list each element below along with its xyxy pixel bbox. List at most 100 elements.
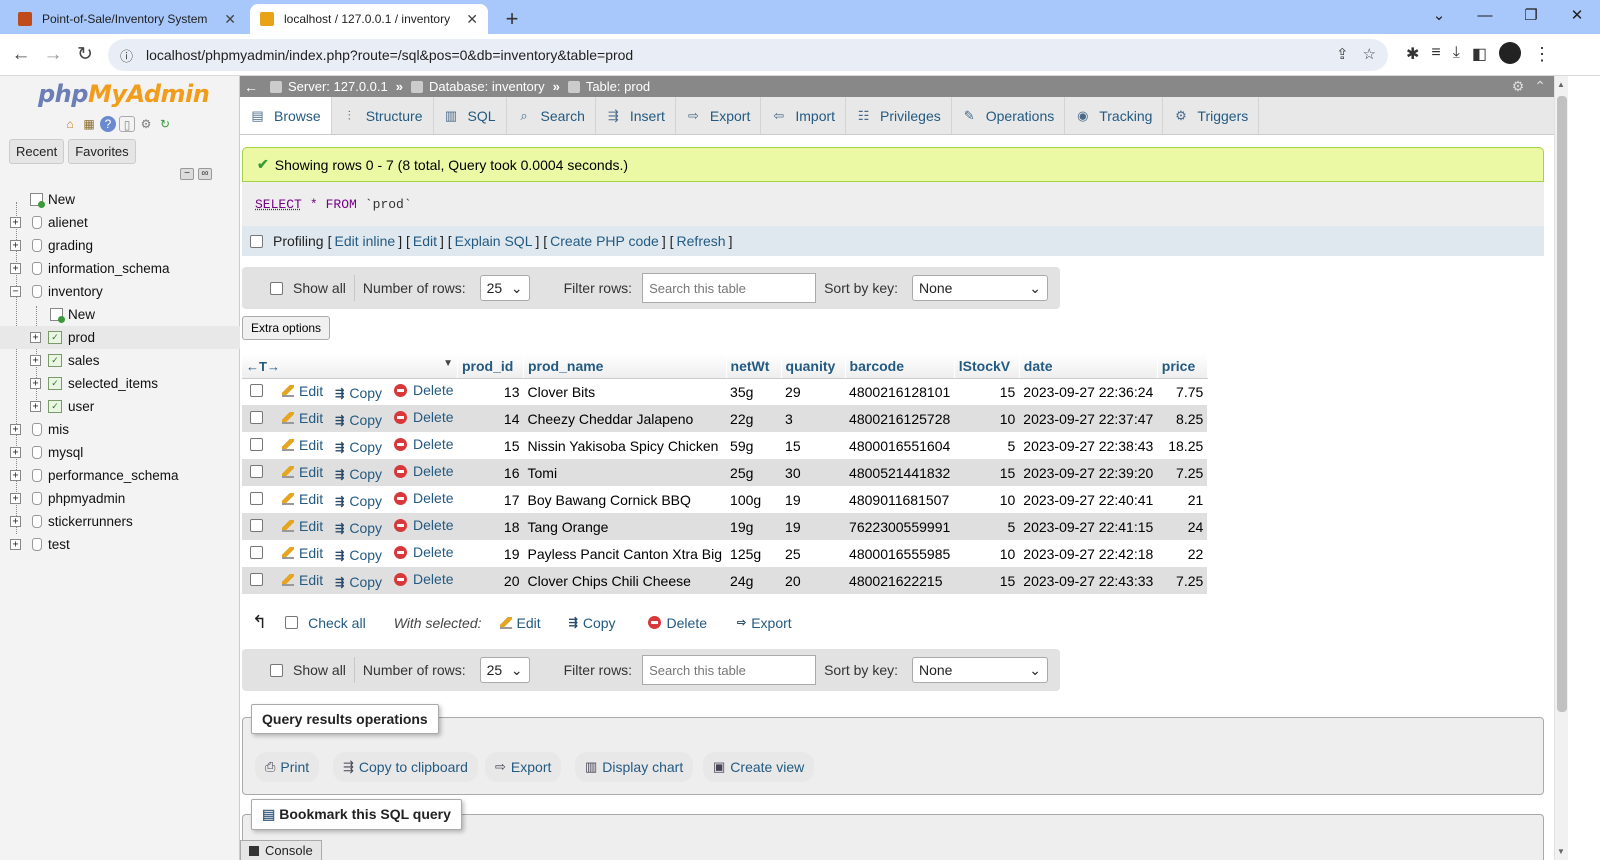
cell-prod-id[interactable]: 18: [457, 513, 524, 540]
close-icon[interactable]: ✕: [224, 11, 236, 28]
row-delete-link[interactable]: Delete: [394, 463, 454, 479]
expand-plus-icon[interactable]: +: [10, 493, 21, 504]
column-arrows-icon[interactable]: ←T→: [246, 359, 280, 374]
profiling-checkbox[interactable]: [250, 234, 263, 248]
cell-prod-name[interactable]: Clover Chips Chili Cheese: [523, 567, 727, 594]
tab-search[interactable]: ⌕ Search: [507, 97, 596, 134]
with-selected-delete[interactable]: Delete: [647, 615, 707, 631]
cell-date[interactable]: 2023-09-27 22:41:15: [1019, 513, 1158, 540]
cell-barcode[interactable]: 4809011681507: [845, 486, 955, 513]
cell-price[interactable]: 24: [1157, 513, 1208, 540]
column-header-netwt[interactable]: netWt: [726, 354, 782, 379]
cell-lstockv[interactable]: 5: [954, 513, 1020, 540]
row-checkbox[interactable]: [250, 383, 263, 397]
extensions-puzzle-icon[interactable]: ✱: [1406, 44, 1419, 65]
expand-plus-icon[interactable]: +: [10, 424, 21, 435]
row-checkbox[interactable]: [250, 410, 263, 424]
tree-item-test[interactable]: + test: [0, 533, 240, 556]
row-delete-link[interactable]: Delete: [394, 544, 454, 560]
cell-barcode[interactable]: 480021622215: [845, 567, 955, 594]
row-copy-link[interactable]: ⇶ Copy: [335, 385, 382, 401]
check-all-checkbox[interactable]: [285, 616, 299, 629]
help-icon[interactable]: ?: [100, 116, 116, 132]
row-copy-link[interactable]: ⇶ Copy: [335, 520, 382, 536]
row-edit-link[interactable]: Edit: [282, 437, 323, 453]
row-edit-link[interactable]: Edit: [282, 491, 323, 507]
tree-item-stickerrunners[interactable]: + stickerrunners: [0, 510, 240, 533]
column-header-lstockv[interactable]: lStockV: [954, 354, 1020, 379]
row-edit-link[interactable]: Edit: [282, 518, 323, 534]
tree-item-information-schema[interactable]: + information_schema: [0, 257, 240, 280]
docs-icon[interactable]: ▯: [119, 116, 135, 132]
cell-date[interactable]: 2023-09-27 22:37:47: [1019, 405, 1158, 432]
favorites-tab[interactable]: Favorites: [68, 139, 136, 164]
cell-netwt[interactable]: 100g: [726, 486, 782, 513]
tree-item-user[interactable]: + ✓ user: [0, 395, 240, 418]
tab-structure[interactable]: ⫶ Structure: [332, 97, 434, 134]
copy-to-clipboard-button[interactable]: ⇶ Copy to clipboard: [333, 752, 478, 782]
cell-date[interactable]: 2023-09-27 22:42:18: [1019, 540, 1158, 567]
number-of-rows-select[interactable]: 25 ⌄: [479, 275, 530, 301]
cell-quanity[interactable]: 29: [781, 378, 846, 405]
tree-item-new[interactable]: New: [0, 188, 240, 211]
row-edit-link[interactable]: Edit: [282, 410, 323, 426]
cell-prod-name[interactable]: Payless Pancit Canton Xtra Big: [523, 540, 727, 567]
tree-item-alienet[interactable]: + alienet: [0, 211, 240, 234]
cell-price[interactable]: 7.25: [1157, 567, 1208, 594]
browser-tab-phpmyadmin[interactable]: localhost / 127.0.0.1 / inventory ✕: [250, 4, 488, 34]
link-with-main-icon[interactable]: ∞: [198, 168, 212, 180]
tree-item-prod[interactable]: + ✓ prod: [0, 326, 240, 349]
cell-prod-name[interactable]: Tomi: [523, 459, 727, 486]
refresh-link[interactable]: Refresh: [677, 233, 726, 249]
browser-tab-pos[interactable]: Point-of-Sale/Inventory System ✕: [8, 4, 246, 34]
show-all-checkbox[interactable]: [270, 281, 283, 295]
cell-netwt[interactable]: 25g: [726, 459, 782, 486]
cell-prod-id[interactable]: 15: [457, 432, 524, 459]
cell-prod-id[interactable]: 20: [457, 567, 524, 594]
row-delete-link[interactable]: Delete: [394, 490, 454, 506]
cell-lstockv[interactable]: 10: [954, 486, 1020, 513]
console-toggle[interactable]: Console: [240, 840, 322, 860]
collapse-top-icon[interactable]: ⌃: [1534, 78, 1546, 95]
tab-export[interactable]: ⇨ Export: [676, 97, 762, 134]
address-bar[interactable]: ⓘ localhost/phpmyadmin/index.php?route=/…: [108, 39, 1388, 71]
cell-barcode[interactable]: 4800216128101: [845, 378, 955, 405]
row-checkbox[interactable]: [250, 518, 263, 532]
create-php-code-link[interactable]: Create PHP code: [550, 233, 659, 249]
row-edit-link[interactable]: Edit: [282, 383, 323, 399]
column-header-date[interactable]: date: [1019, 354, 1158, 379]
recent-tab[interactable]: Recent: [9, 139, 65, 164]
logout-icon[interactable]: ▦: [81, 116, 97, 132]
tree-item-mis[interactable]: + mis: [0, 418, 240, 441]
row-copy-link[interactable]: ⇶ Copy: [335, 439, 382, 455]
cell-netwt[interactable]: 125g: [726, 540, 782, 567]
expand-plus-icon[interactable]: +: [30, 355, 41, 366]
show-all-checkbox[interactable]: [270, 663, 283, 677]
cell-date[interactable]: 2023-09-27 22:43:33: [1019, 567, 1158, 594]
collapse-nav-arrow-icon[interactable]: ←: [240, 79, 262, 95]
cell-price[interactable]: 18.25: [1157, 432, 1208, 459]
row-copy-link[interactable]: ⇶ Copy: [335, 412, 382, 428]
row-delete-link[interactable]: Delete: [394, 382, 454, 398]
cell-barcode[interactable]: 4800016555985: [845, 540, 955, 567]
share-icon[interactable]: ⇪: [1336, 45, 1349, 63]
tab-sql[interactable]: ▥ SQL: [434, 97, 507, 134]
page-scrollbar[interactable]: ▲ ▼: [1554, 76, 1568, 860]
cell-prod-name[interactable]: Cheezy Cheddar Jalapeno: [523, 405, 727, 432]
tab-search-chevron-icon[interactable]: ⌄: [1416, 0, 1462, 34]
cell-date[interactable]: 2023-09-27 22:39:20: [1019, 459, 1158, 486]
tree-item-new-table[interactable]: New: [0, 303, 240, 326]
row-checkbox[interactable]: [250, 491, 263, 505]
check-all-link[interactable]: Check all: [308, 615, 366, 631]
row-checkbox[interactable]: [250, 545, 263, 559]
row-checkbox[interactable]: [250, 572, 263, 586]
tab-insert[interactable]: ⇶ Insert: [596, 97, 676, 134]
cell-price[interactable]: 7.75: [1157, 378, 1208, 405]
cell-date[interactable]: 2023-09-27 22:40:41: [1019, 486, 1158, 513]
cell-quanity[interactable]: 19: [781, 486, 846, 513]
column-header-barcode[interactable]: barcode: [845, 354, 955, 379]
row-copy-link[interactable]: ⇶ Copy: [335, 574, 382, 590]
collapse-all-icon[interactable]: −: [180, 168, 194, 180]
expand-plus-icon[interactable]: +: [10, 539, 21, 550]
tab-operations[interactable]: ✎ Operations: [952, 97, 1066, 134]
